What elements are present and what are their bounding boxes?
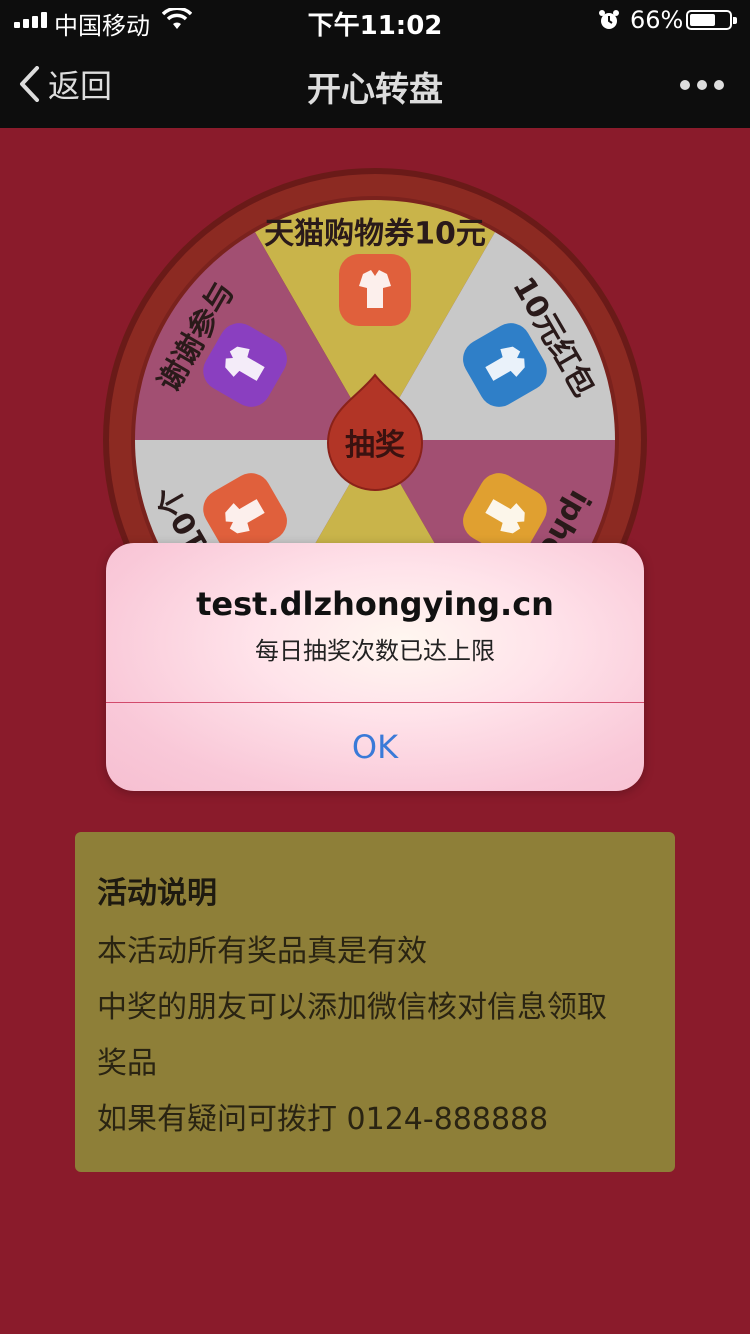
activity-info-box: 活动说明 本活动所有奖品真是有效 中奖的朋友可以添加微信核对信息领取 奖品 如果… [75, 832, 675, 1172]
more-dots-icon [680, 80, 690, 90]
info-title: 活动说明 [97, 876, 217, 911]
info-line: 中奖的朋友可以添加微信核对信息领取 [97, 990, 607, 1025]
battery-icon [686, 10, 737, 30]
dress-icon [339, 254, 411, 326]
alert-message: 每日抽奖次数已达上限 [255, 637, 495, 665]
wheel-segment-label: 天猫购物券10元 [264, 217, 486, 252]
alarm-icon [599, 10, 619, 29]
alert-dialog: test.dlzhongying.cn 每日抽奖次数已达上限 OK [106, 543, 644, 791]
alert-ok-button[interactable]: OK [106, 703, 644, 791]
battery-percent: 66% [630, 6, 684, 34]
nav-bar: 返回 开心转盘 [0, 40, 750, 128]
battery-level [690, 14, 716, 26]
spin-button-label: 抽奖 [345, 428, 405, 463]
more-menu-button[interactable] [678, 70, 726, 100]
info-line: 奖品 [97, 1046, 157, 1081]
page-title: 开心转盘 [307, 70, 443, 110]
info-line: 本活动所有奖品真是有效 [97, 934, 427, 969]
info-line: 如果有疑问可拨打 0124-888888 [97, 1102, 549, 1137]
alert-title: test.dlzhongying.cn [196, 585, 554, 623]
status-bar: 中国移动 下午11:02 66% [0, 0, 750, 41]
